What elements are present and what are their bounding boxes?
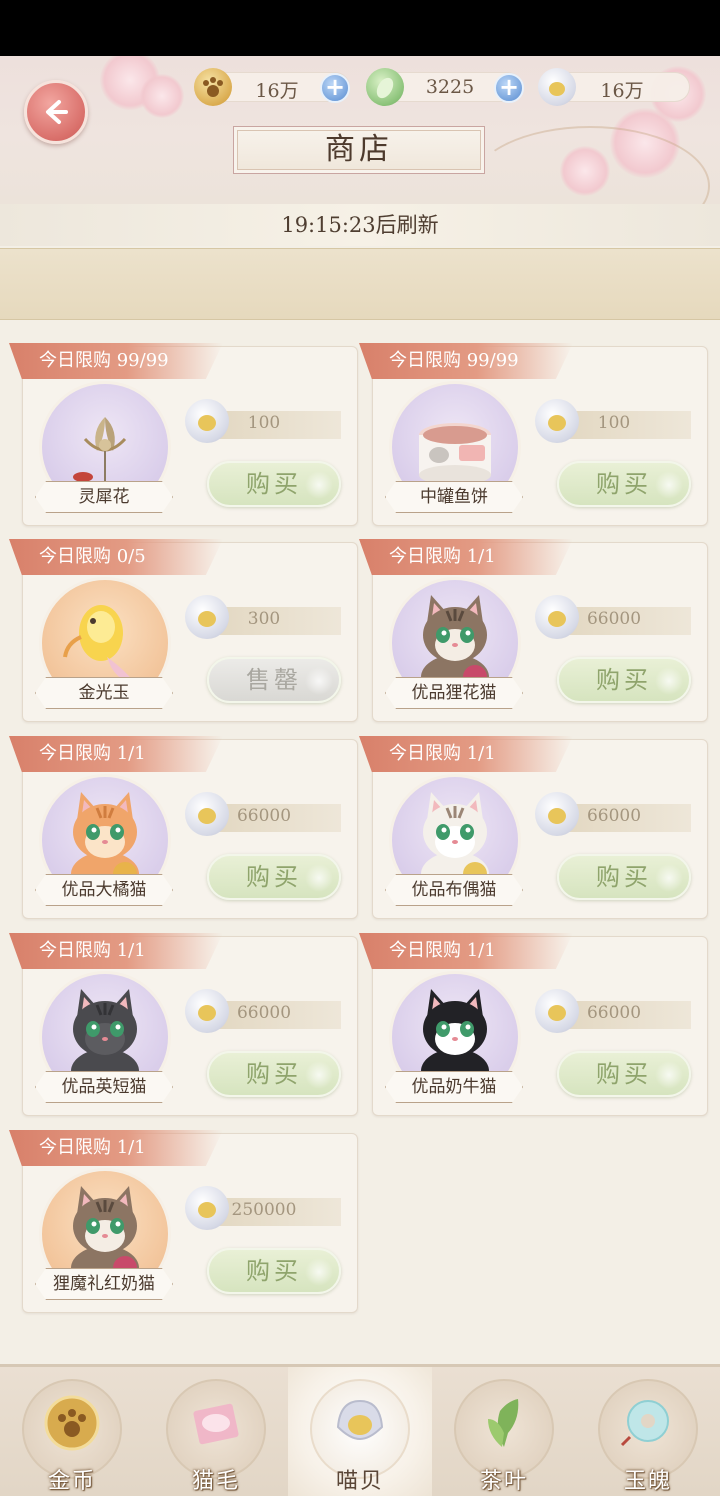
buy-button[interactable]: 购买 [557, 657, 691, 703]
nav-label: 金币 [47, 1469, 96, 1494]
button-label: 购买 [246, 863, 302, 891]
shop-screen: 16万 + 3225 + 16万 商店 19:15:23后刷新 今日限购 99/… [0, 56, 720, 1496]
item-name: 优品狸花猫 [385, 677, 523, 709]
flower-decoration-icon [305, 864, 333, 892]
item-name: 狸魔礼红奶猫 [35, 1268, 173, 1300]
buy-button[interactable]: 购买 [557, 1051, 691, 1097]
back-button[interactable] [24, 80, 88, 144]
page-title: 商店 [233, 126, 485, 174]
daily-limit-tag: 今日限购 1/1 [9, 1130, 223, 1166]
flower-decoration-icon [655, 667, 683, 695]
buy-button[interactable]: 购买 [207, 461, 341, 507]
flower-decoration-icon [655, 471, 683, 499]
daily-limit-tag: 今日限购 0/5 [9, 539, 223, 575]
cat-fur-icon [193, 1403, 239, 1445]
jade-ring-icon [620, 1400, 669, 1447]
flower-decoration-icon [305, 1258, 333, 1286]
swirl-decoration [0, 146, 220, 204]
nav-tab-tea[interactable]: 茶叶 [432, 1367, 576, 1496]
shop-item-card[interactable]: 今日限购 1/1 优品奶牛猫 66000 购买 [359, 933, 708, 1116]
paw-coin-icon [44, 1395, 100, 1451]
buy-button[interactable]: 购买 [207, 1051, 341, 1097]
flower-decoration-icon [305, 667, 333, 695]
item-name: 优品大橘猫 [35, 874, 173, 906]
daily-limit-tag: 今日限购 1/1 [9, 736, 223, 772]
bottom-nav: 金币 猫毛 喵贝 茶叶 玉魄 [0, 1364, 720, 1496]
flower-decoration-icon [655, 864, 683, 892]
buy-button[interactable]: 购买 [557, 461, 691, 507]
item-price: 250000 [231, 1200, 297, 1220]
nav-label: 玉魄 [623, 1469, 672, 1494]
tea-leaf-icon [488, 1399, 519, 1447]
add-coins-button[interactable]: + [320, 73, 350, 103]
nav-tab-shells[interactable]: 喵贝 [288, 1367, 432, 1496]
button-label: 购买 [246, 470, 302, 498]
shop-item-card[interactable]: 今日限购 99/99 中罐鱼饼 100 购买 [359, 343, 708, 526]
item-price: 66000 [236, 806, 292, 826]
shell-icon [336, 1399, 384, 1441]
item-price: 300 [247, 609, 281, 629]
item-price: 100 [597, 413, 631, 433]
item-price: 66000 [236, 1003, 292, 1023]
nav-label: 猫毛 [191, 1469, 240, 1494]
flower-decoration-icon [305, 1061, 333, 1089]
item-name: 优品英短猫 [35, 1071, 173, 1103]
nav-label: 喵贝 [335, 1469, 384, 1494]
item-name: 中罐鱼饼 [385, 481, 523, 513]
buy-button[interactable]: 购买 [207, 1248, 341, 1294]
shop-item-card[interactable]: 今日限购 1/1 优品大橘猫 66000 购买 [9, 736, 358, 919]
item-name: 优品奶牛猫 [385, 1071, 523, 1103]
daily-limit-tag: 今日限购 1/1 [359, 539, 573, 575]
nav-tab-coins[interactable]: 金币 [0, 1367, 144, 1496]
item-name: 优品布偶猫 [385, 874, 523, 906]
button-label: 购买 [246, 1257, 302, 1285]
daily-limit-tag: 今日限购 1/1 [9, 933, 223, 969]
button-label: 购买 [596, 863, 652, 891]
item-price: 66000 [586, 609, 642, 629]
paw-coin-icon [194, 68, 232, 106]
jade-leaf-icon [366, 68, 404, 106]
item-price: 66000 [586, 1003, 642, 1023]
button-label: 购买 [596, 666, 652, 694]
shop-item-card[interactable]: 今日限购 99/99 灵犀花 100 购买 [9, 343, 358, 526]
flower-decoration-icon [305, 471, 333, 499]
button-label: 购买 [246, 1060, 302, 1088]
shop-item-card[interactable]: 今日限购 1/1 优品布偶猫 66000 购买 [359, 736, 708, 919]
header: 16万 + 3225 + 16万 商店 [0, 56, 720, 204]
button-label: 购买 [596, 1060, 652, 1088]
button-label: 售罄 [246, 666, 302, 694]
blossom-decoration [140, 74, 184, 118]
item-price: 100 [247, 413, 281, 433]
item-name: 灵犀花 [35, 481, 173, 513]
jade-value: 3225 [425, 76, 475, 98]
daily-limit-tag: 今日限购 1/1 [359, 736, 573, 772]
shop-banner [0, 248, 720, 320]
shells-value: 16万 [600, 80, 644, 102]
coins-value: 16万 [255, 80, 299, 102]
refresh-timer: 19:15:23后刷新 [0, 204, 720, 246]
daily-limit-tag: 今日限购 1/1 [359, 933, 573, 969]
button-label: 购买 [596, 470, 652, 498]
daily-limit-tag: 今日限购 99/99 [359, 343, 573, 379]
add-jade-button[interactable]: + [494, 73, 524, 103]
nav-tab-jade-soul[interactable]: 玉魄 [576, 1367, 720, 1496]
shop-item-card[interactable]: 今日限购 1/1 优品英短猫 66000 购买 [9, 933, 358, 1116]
sold-out-button[interactable]: 售罄 [207, 657, 341, 703]
shop-item-card[interactable]: 今日限购 1/1 狸魔礼红奶猫 250000 购买 [9, 1130, 358, 1313]
buy-button[interactable]: 购买 [557, 854, 691, 900]
item-name: 金光玉 [35, 677, 173, 709]
back-arrow-icon [46, 100, 68, 124]
buy-button[interactable]: 购买 [207, 854, 341, 900]
shell-icon [538, 68, 576, 106]
flower-decoration-icon [655, 1061, 683, 1089]
daily-limit-tag: 今日限购 99/99 [9, 343, 223, 379]
nav-tab-cat-fur[interactable]: 猫毛 [144, 1367, 288, 1496]
item-price: 66000 [586, 806, 642, 826]
shop-item-card[interactable]: 今日限购 0/5 金光玉 300 售罄 [9, 539, 358, 722]
shop-item-card[interactable]: 今日限购 1/1 优品狸花猫 66000 购买 [359, 539, 708, 722]
nav-label: 茶叶 [479, 1469, 528, 1494]
